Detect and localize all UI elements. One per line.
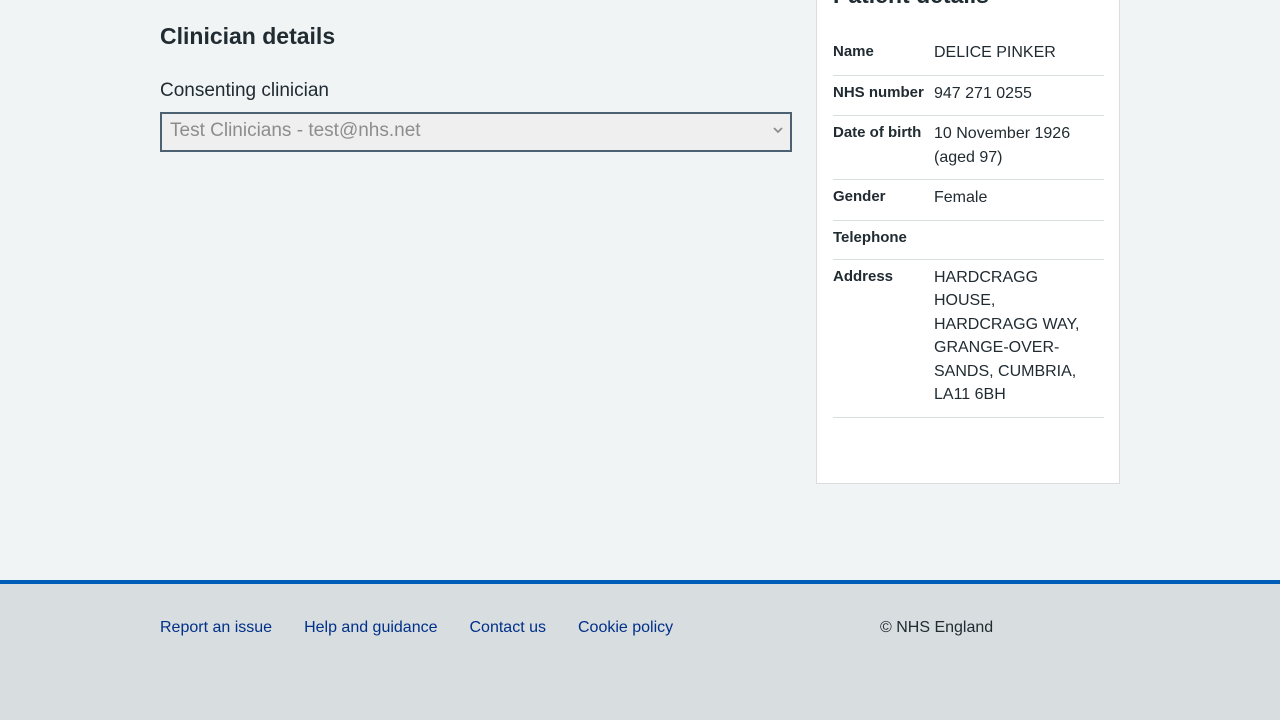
chevron-down-icon: [772, 124, 784, 136]
footer-link-contact-us[interactable]: Contact us: [470, 618, 546, 638]
clinician-details-section: Clinician details Consenting clinician T…: [160, 20, 792, 152]
consenting-clinician-selected-value: Test Clinicians - test@nhs.net: [170, 120, 421, 141]
summary-key: Address: [833, 267, 894, 285]
patient-details-heading: Patient details: [833, 0, 989, 11]
footer: Report an issue Help and guidance Contac…: [0, 580, 1280, 720]
summary-key: Gender: [833, 188, 886, 205]
summary-key: Name: [833, 43, 874, 60]
page: Clinician details Consenting clinician T…: [0, 0, 1280, 720]
summary-value: 10 November 1926 (aged 97): [934, 125, 1071, 166]
summary-value: HARDCRAGG HOUSE, HARDCRAGG WAY, GRANGE-O…: [934, 268, 1080, 404]
footer-copyright: © NHS England: [880, 619, 994, 636]
summary-row-nhs-number: NHS number 947 271 0255: [833, 76, 1104, 116]
summary-key: Telephone: [833, 228, 907, 246]
summary-value: DELICE PINKER: [934, 44, 1056, 61]
patient-summary-list: Name DELICE PINKER NHS number 947 271 02…: [833, 35, 1104, 418]
summary-value: Female: [934, 189, 988, 206]
summary-row-name: Name DELICE PINKER: [833, 35, 1104, 76]
footer-link-help-guidance[interactable]: Help and guidance: [304, 618, 437, 638]
patient-details-card: Patient details Name DELICE PINKER NHS n…: [816, 0, 1120, 484]
footer-link-cookie-policy[interactable]: Cookie policy: [578, 618, 673, 638]
summary-row-telephone: Telephone: [833, 221, 1104, 260]
summary-value: [934, 221, 1084, 259]
consenting-clinician-label: Consenting clinician: [160, 80, 329, 101]
footer-links: Report an issue Help and guidance Contac…: [160, 618, 705, 638]
summary-key: Date of birth: [833, 124, 922, 141]
footer-link-report-issue[interactable]: Report an issue: [160, 618, 272, 638]
summary-row-address: Address HARDCRAGG HOUSE, HARDCRAGG WAY, …: [833, 260, 1104, 418]
summary-row-gender: Gender Female: [833, 180, 1104, 221]
consenting-clinician-select[interactable]: Test Clinicians - test@nhs.net: [160, 112, 792, 152]
clinician-details-heading: Clinician details: [160, 23, 336, 49]
summary-value: 947 271 0255: [934, 84, 1032, 102]
summary-key: NHS number: [833, 83, 924, 101]
summary-row-date-of-birth: Date of birth 10 November 1926 (aged 97): [833, 116, 1104, 180]
